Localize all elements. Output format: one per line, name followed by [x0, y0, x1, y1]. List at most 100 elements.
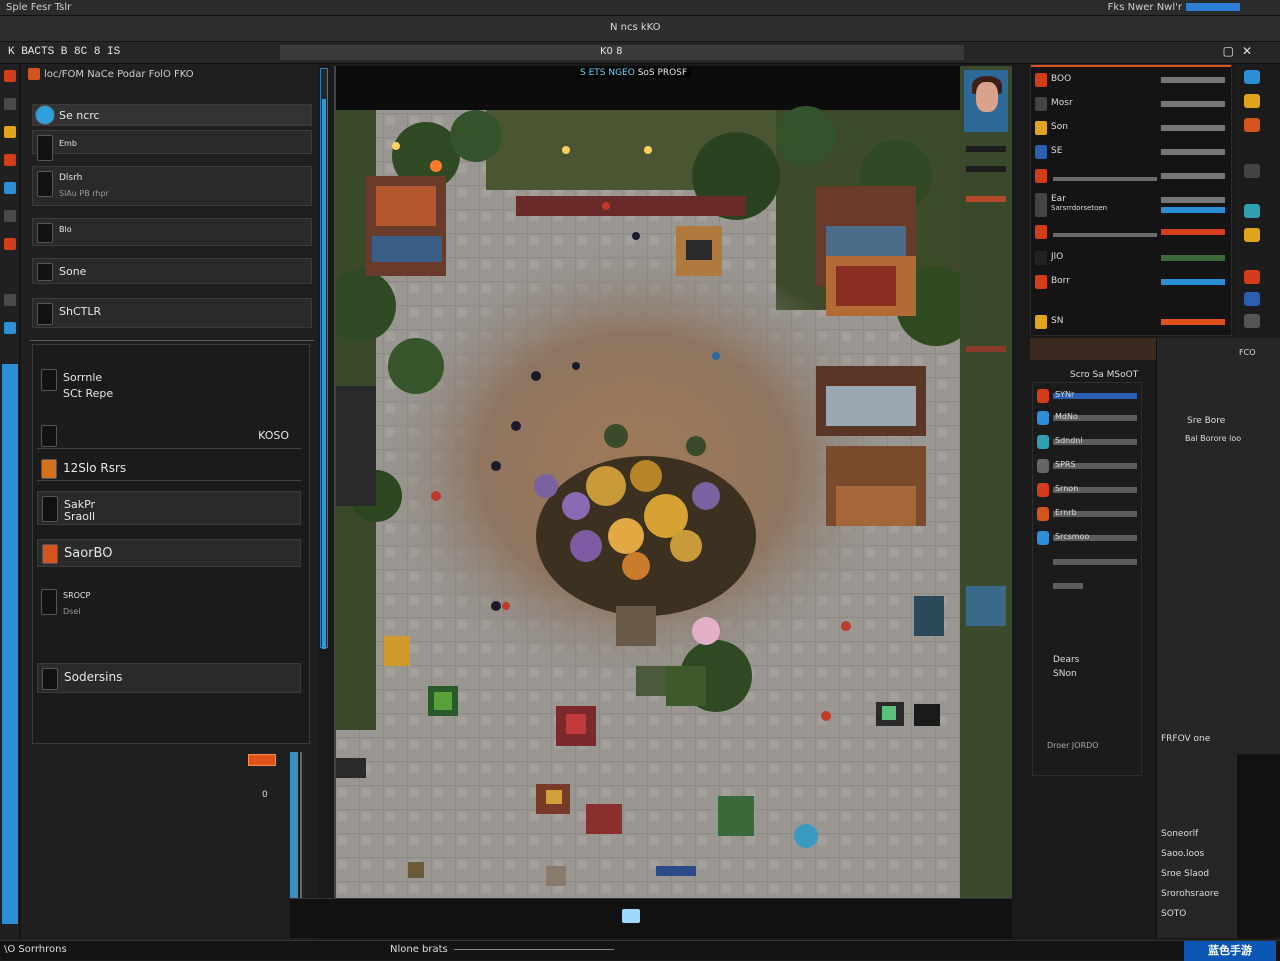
asset-bar	[1161, 229, 1225, 235]
asset-bar	[1161, 77, 1225, 83]
object-row[interactable]	[1037, 579, 1137, 593]
tool-icon[interactable]	[4, 126, 16, 138]
object-row[interactable]: Srnon	[1037, 483, 1137, 497]
property-row[interactable]: 12Slo Rsrs	[37, 455, 301, 481]
asset-bar	[1161, 149, 1225, 155]
layer-row[interactable]: Emb	[32, 130, 312, 161]
tool-icon[interactable]	[1244, 164, 1260, 178]
tool-icon[interactable]	[1244, 228, 1260, 242]
asset-bar	[1161, 101, 1225, 107]
layers-panel-title: Scro Sa MSoOT	[1070, 370, 1139, 380]
tool-icon[interactable]	[4, 322, 16, 334]
asset-row[interactable]: SN	[1035, 315, 1227, 329]
window-buttons[interactable]: ▢✕	[1223, 44, 1260, 58]
asset-bar	[1161, 207, 1225, 213]
tool-icon[interactable]	[4, 210, 16, 222]
object-row[interactable]	[1037, 555, 1137, 569]
property-row[interactable]: Sodersins	[37, 663, 301, 693]
layer-row[interactable]: Dlsrh SlAu PB rhpr	[32, 166, 312, 206]
asset-row[interactable]	[1035, 225, 1227, 239]
layer-panel: loc/FOM NaCe Podar FolO FKO Se ncrc Emb …	[22, 64, 318, 940]
object-row[interactable]: SYNr	[1037, 389, 1137, 403]
object-row[interactable]: Ernrb	[1037, 507, 1137, 521]
tool-icon[interactable]	[4, 294, 16, 306]
tool-icon[interactable]	[1244, 292, 1260, 306]
property-label: Sorrnle	[63, 371, 103, 384]
property-thumb	[41, 459, 57, 479]
tool-icon[interactable]	[4, 98, 16, 110]
tool-icon[interactable]	[4, 70, 16, 82]
asset-bar	[1161, 125, 1225, 131]
asset-row[interactable]: JlO	[1035, 251, 1227, 265]
object-row[interactable]: SPRS	[1037, 459, 1137, 473]
layer-row[interactable]: Sone	[32, 258, 312, 284]
tool-icon[interactable]	[4, 238, 16, 250]
cursor-icon[interactable]	[622, 909, 640, 923]
asset-label: BOO	[1051, 74, 1072, 84]
inspector-item[interactable]: Sroe Slaod	[1161, 864, 1219, 884]
asset-label: SE	[1051, 146, 1063, 156]
layer-panel-header: loc/FOM NaCe Podar FolO FKO	[28, 68, 314, 88]
asset-row[interactable]: Son	[1035, 121, 1227, 135]
property-row[interactable]: SaorBO	[37, 539, 301, 567]
tool-icon[interactable]	[4, 154, 16, 166]
inspector-item[interactable]: Srorohsraore	[1161, 884, 1219, 904]
asset-row[interactable]: Sarsrrdorsetoen	[1035, 203, 1227, 217]
object-row[interactable]: Srcsmoo	[1037, 531, 1137, 545]
inspector-item[interactable]: SOTO	[1161, 904, 1219, 924]
property-value: KOSO	[258, 429, 289, 442]
layer-label: Se ncrc	[59, 109, 100, 122]
property-thumb	[41, 369, 57, 391]
tool-icon[interactable]	[4, 182, 16, 194]
title-bar: Sple Fesr Tslr Fks Nwer Nwl'r	[0, 0, 1280, 16]
tool-icon[interactable]	[1244, 204, 1260, 218]
document-title: K BACTS B 8C 8 IS	[8, 46, 121, 58]
layer-row[interactable]: ShCTLR	[32, 298, 312, 328]
slider-readout: 0	[262, 790, 268, 800]
object-row[interactable]: MdNo	[1037, 411, 1137, 425]
asset-row[interactable]: Mosr	[1035, 97, 1227, 111]
inspector-item[interactable]: Soneorlf	[1161, 824, 1219, 844]
properties-box: Sorrnle SCt Repe KOSO 12Slo Rsrs SakPr S…	[32, 344, 310, 744]
asset-bar	[1161, 173, 1225, 179]
restore-icon[interactable]: ▢	[1223, 44, 1242, 58]
document-tab[interactable]: K0 8	[280, 45, 964, 60]
asset-icon	[1035, 203, 1047, 217]
tool-icon[interactable]	[1244, 314, 1260, 328]
asset-icon	[1035, 275, 1047, 289]
asset-row[interactable]: SE	[1035, 145, 1227, 159]
layer-row[interactable]: Blo	[32, 218, 312, 246]
scene-map	[336, 66, 960, 898]
scene-canvas[interactable]: S ETS NGEO SoS PROSF	[334, 66, 960, 898]
property-row[interactable]: KOSO	[37, 421, 301, 449]
asset-row[interactable]: Borr	[1035, 275, 1227, 289]
inspector-item[interactable]: Saoo.loos	[1161, 844, 1219, 864]
property-row[interactable]: SROCP Dsel	[37, 585, 301, 627]
property-row[interactable]: SakPr Sraoll	[37, 491, 301, 525]
property-row[interactable]: Sorrnle SCt Repe	[37, 365, 301, 409]
asset-row[interactable]	[1035, 169, 1227, 183]
canvas-scrollbar[interactable]	[320, 68, 328, 649]
tool-strip	[0, 64, 20, 940]
list-footer-label: SNon	[1053, 669, 1077, 679]
object-row[interactable]: Sdndnl	[1037, 435, 1137, 449]
tool-icon[interactable]	[1244, 70, 1260, 84]
inspector-list: Soneorlf Saoo.loos Sroe Slaod Srorohsrao…	[1161, 824, 1219, 924]
tool-icon[interactable]	[1244, 270, 1260, 284]
apply-button[interactable]	[248, 754, 276, 766]
character-portrait[interactable]	[964, 70, 1008, 132]
toolbar-center-label: N ncs kKO	[610, 22, 661, 33]
close-icon[interactable]: ✕	[1242, 44, 1260, 58]
tool-icon[interactable]	[1244, 118, 1260, 132]
asset-bar	[1161, 319, 1225, 325]
layer-row[interactable]: Se ncrc	[32, 104, 312, 126]
object-icon	[1037, 507, 1049, 521]
asset-icon	[1035, 251, 1047, 265]
asset-bar	[1053, 177, 1157, 181]
tool-scroll-track[interactable]	[2, 364, 18, 924]
tool-icon[interactable]	[1244, 94, 1260, 108]
object-icon	[1037, 389, 1049, 403]
asset-row[interactable]: BOO	[1035, 73, 1227, 87]
canvas-scroll-thumb[interactable]	[322, 99, 326, 649]
status-middle-label: Nlone brats	[390, 944, 448, 955]
